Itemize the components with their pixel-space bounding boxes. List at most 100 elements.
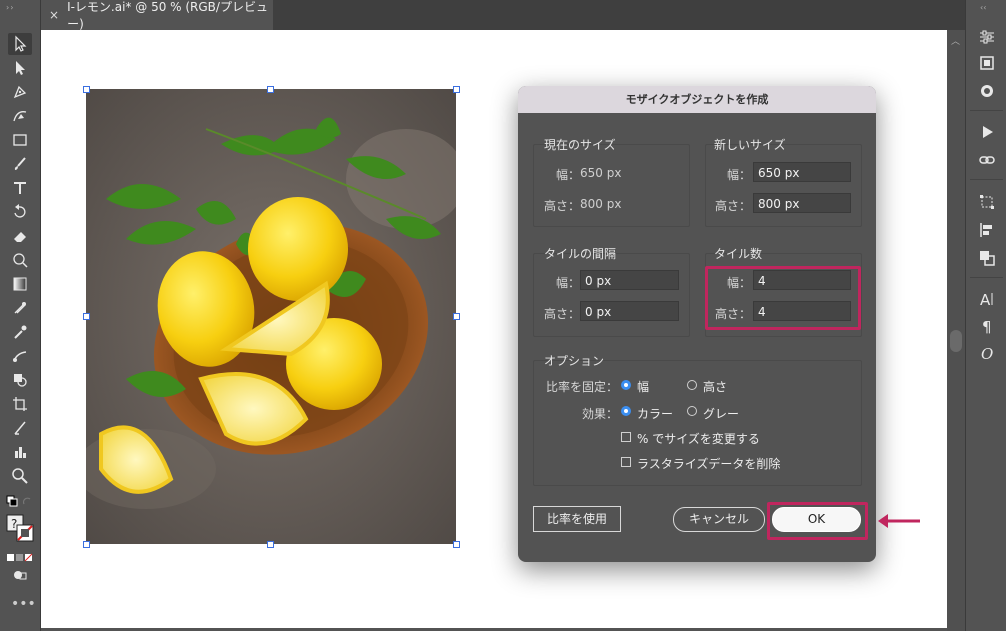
default-colors-icon[interactable] [6, 494, 34, 508]
opentype-icon[interactable]: O [976, 342, 998, 364]
color-mode-icons[interactable] [6, 548, 34, 562]
document-tab[interactable]: × I-レモン.ai* @ 50 % (RGB/プレビュー) [41, 0, 273, 31]
current-width-label: 幅： [555, 168, 580, 182]
slice-tool-icon[interactable] [8, 417, 32, 439]
zoom-tool-icon[interactable] [8, 465, 32, 487]
result-color-radio[interactable] [621, 406, 631, 416]
selection-handle[interactable] [83, 313, 90, 320]
direct-selection-tool-icon[interactable] [8, 57, 32, 79]
play-icon[interactable] [976, 121, 998, 143]
selection-handle[interactable] [267, 541, 274, 548]
dialog-title: モザイクオブジェクトを作成 [518, 86, 876, 113]
resize-percent-label: % でサイズを変更する [637, 432, 760, 446]
tools-panel: ›› ? ••• [0, 0, 41, 631]
selection-handle[interactable] [267, 86, 274, 93]
cancel-button[interactable]: キャンセル [673, 507, 765, 532]
align-icon[interactable] [976, 219, 998, 241]
new-size-label: 新しいサイズ [714, 138, 786, 152]
color-icon[interactable] [976, 80, 998, 102]
warp-tool-icon[interactable] [8, 249, 32, 271]
properties-icon[interactable] [976, 26, 998, 48]
transform-icon[interactable] [976, 191, 998, 213]
blend-tool-icon[interactable] [8, 345, 32, 367]
tile-count-width-label: 幅： [726, 276, 751, 290]
new-height-label: 高さ： [714, 199, 751, 213]
svg-text:O: O [981, 345, 993, 362]
scrollbar-thumb[interactable] [950, 330, 962, 352]
delete-raster-checkbox[interactable] [621, 457, 631, 467]
delete-raster-label: ラスタライズデータを削除 [637, 457, 781, 471]
current-width-value: 650 px [580, 166, 622, 180]
current-height-value: 800 px [580, 197, 622, 211]
new-width-field[interactable]: 650 px [753, 162, 851, 182]
mesh-tool-icon[interactable] [8, 297, 32, 319]
spacing-height-field[interactable]: 0 px [580, 301, 679, 321]
new-width-label: 幅： [726, 168, 751, 182]
rotate-tool-icon[interactable] [8, 201, 32, 223]
chart-tool-icon[interactable] [8, 441, 32, 463]
link-icon[interactable] [976, 149, 998, 171]
tile-count-label: タイル数 [714, 247, 763, 261]
panel-separator [970, 110, 1003, 111]
eraser-tool-icon[interactable] [8, 225, 32, 247]
result-gray-label: グレー [703, 407, 740, 421]
paragraph-icon[interactable]: ¶ [976, 315, 998, 337]
tile-count-height-label: 高さ： [714, 307, 751, 321]
pen-tool-icon[interactable] [8, 81, 32, 103]
gradient-tool-icon[interactable] [8, 273, 32, 295]
use-ratio-button[interactable]: 比率を使用 [533, 506, 621, 532]
selection-handle[interactable] [83, 541, 90, 548]
new-height-field[interactable]: 800 px [753, 193, 851, 213]
panel-grip[interactable]: ‹‹ [980, 3, 986, 12]
more-tools-icon[interactable]: ••• [11, 596, 36, 612]
right-panel-dock: ‹‹ A ¶ O [965, 0, 1006, 631]
selection-tool-icon[interactable] [8, 33, 32, 55]
close-tab-icon[interactable]: × [49, 8, 59, 22]
current-height-label: 高さ： [543, 199, 580, 213]
libraries-icon[interactable] [976, 52, 998, 74]
vertical-scrollbar[interactable]: ︿ [947, 30, 965, 631]
character-icon[interactable]: A [976, 288, 998, 310]
type-tool-icon[interactable] [8, 177, 32, 199]
tile-spacing-label: タイルの間隔 [544, 247, 617, 261]
rectangle-tool-icon[interactable] [8, 129, 32, 151]
svg-text:?: ? [11, 517, 17, 531]
selection-handle[interactable] [83, 86, 90, 93]
shape-builder-tool-icon[interactable] [8, 369, 32, 391]
lemon-photo[interactable] [86, 89, 456, 544]
ok-button[interactable]: OK [772, 507, 861, 532]
svg-text:¶: ¶ [982, 318, 992, 335]
selection-handle[interactable] [453, 86, 460, 93]
result-label: 効果： [581, 407, 618, 421]
document-tab-title: I-レモン.ai* @ 50 % (RGB/プレビュー) [67, 0, 268, 31]
selection-handle[interactable] [453, 541, 460, 548]
result-color-label: カラー [637, 407, 674, 421]
result-gray-radio[interactable] [687, 406, 697, 416]
resize-percent-checkbox[interactable] [621, 432, 631, 442]
constrain-height-radio[interactable] [687, 380, 697, 390]
selection-handle[interactable] [453, 313, 460, 320]
paintbrush-tool-icon[interactable] [8, 153, 32, 175]
scroll-up-icon[interactable]: ︿ [951, 34, 960, 47]
fill-stroke-swatch[interactable]: ? [6, 514, 34, 542]
constrain-height-label: 高さ [703, 380, 728, 394]
curvature-tool-icon[interactable] [8, 105, 32, 127]
artboard-tool-icon[interactable] [8, 393, 32, 415]
tile-count-width-field[interactable]: 4 [753, 270, 851, 290]
constrain-width-radio[interactable] [621, 380, 631, 390]
tile-spacing-group [533, 253, 690, 337]
eyedropper-tool-icon[interactable] [8, 321, 32, 343]
tile-count-height-field[interactable]: 4 [753, 301, 851, 321]
current-size-group [533, 144, 690, 227]
panel-separator [970, 277, 1003, 278]
spacing-height-label: 高さ： [543, 307, 580, 321]
panel-separator [970, 179, 1003, 180]
panel-grip[interactable]: ›› [6, 3, 14, 12]
options-label: オプション [544, 354, 605, 368]
annotation-arrow [876, 511, 922, 535]
pathfinder-icon[interactable] [976, 247, 998, 269]
spacing-width-field[interactable]: 0 px [580, 270, 679, 290]
screen-mode-icon[interactable] [12, 567, 28, 581]
current-size-label: 現在のサイズ [544, 138, 616, 152]
spacing-width-label: 幅： [555, 276, 580, 290]
